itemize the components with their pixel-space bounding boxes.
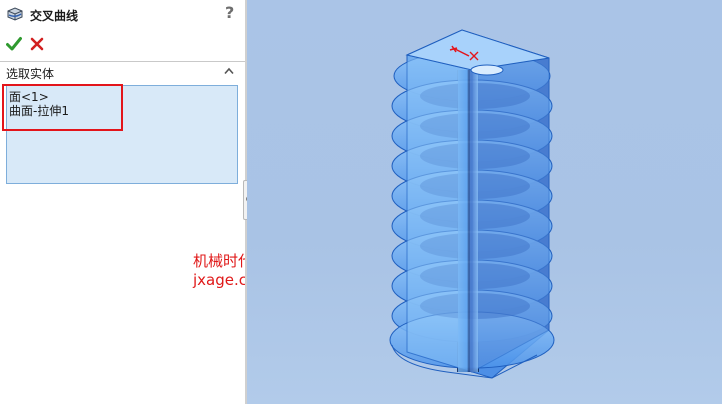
selections-section-header[interactable]: 选取实体 bbox=[0, 61, 245, 81]
ok-button[interactable] bbox=[6, 36, 22, 52]
intersection-curve-icon bbox=[7, 7, 23, 21]
panel-title: 交叉曲线 bbox=[30, 9, 79, 23]
model-view[interactable] bbox=[247, 0, 722, 404]
property-manager-panel: 交叉曲线 ? 选取实体 面<1> 曲面-拉伸1 机械时代网 jxage.com bbox=[0, 0, 271, 404]
chevron-up-icon[interactable] bbox=[224, 67, 234, 75]
annotation-highlight-frame bbox=[2, 84, 123, 131]
section-title: 选取实体 bbox=[6, 67, 55, 81]
panel-title-bar: 交叉曲线 ? bbox=[0, 0, 245, 28]
graphics-viewport[interactable] bbox=[247, 0, 722, 404]
help-icon[interactable]: ? bbox=[225, 3, 234, 22]
cancel-button[interactable] bbox=[30, 37, 44, 51]
